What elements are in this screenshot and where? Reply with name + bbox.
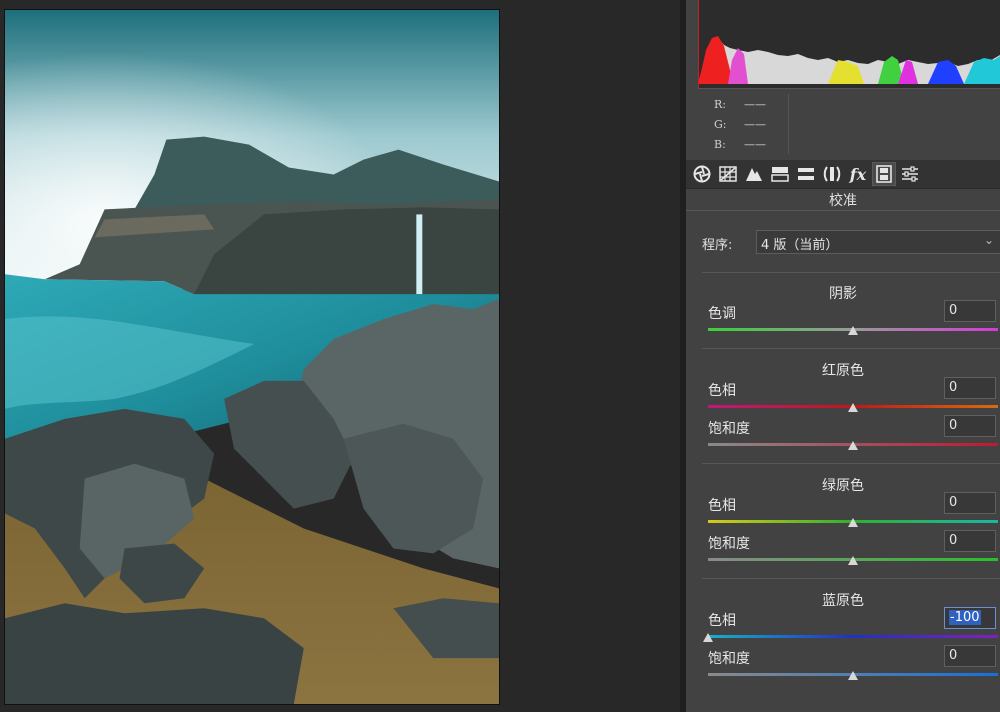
photo-image bbox=[5, 10, 499, 704]
slider-blue-hue[interactable] bbox=[708, 635, 998, 638]
split-toning-icon bbox=[771, 167, 789, 182]
mountain-icon bbox=[746, 168, 762, 181]
panel-tabs: fx bbox=[686, 160, 1000, 189]
input-shadows-tint[interactable]: 0 bbox=[944, 300, 996, 322]
input-blue-hue[interactable]: -100 bbox=[944, 607, 996, 629]
divider bbox=[702, 348, 1000, 349]
tab-tone-curve[interactable] bbox=[716, 162, 740, 186]
slider-thumb-shadows-tint[interactable] bbox=[848, 326, 858, 335]
aperture-icon bbox=[693, 165, 711, 183]
tab-presets[interactable] bbox=[898, 162, 922, 186]
divider bbox=[702, 463, 1000, 464]
section-title: 校准 bbox=[829, 193, 857, 209]
input-red-saturation[interactable]: 0 bbox=[944, 415, 996, 437]
slider-thumb-red-saturation[interactable] bbox=[848, 441, 858, 450]
label-shadows-tint: 色调 bbox=[708, 306, 736, 322]
rgb-row-b: B: —— bbox=[714, 138, 766, 151]
input-green-hue[interactable]: 0 bbox=[944, 492, 996, 514]
rgb-row-g: G: —— bbox=[714, 118, 766, 131]
slider-thumb-green-saturation[interactable] bbox=[848, 556, 858, 565]
rgb-row-r: R: —— bbox=[714, 98, 766, 111]
fx-icon: fx bbox=[849, 164, 867, 184]
process-label: 程序: bbox=[702, 238, 733, 253]
tab-effects[interactable]: fx bbox=[846, 162, 870, 186]
input-blue-saturation[interactable]: 0 bbox=[944, 645, 996, 667]
divider bbox=[686, 210, 1000, 211]
slider-thumb-red-hue[interactable] bbox=[848, 403, 858, 412]
label-green-hue: 色相 bbox=[708, 498, 736, 514]
canvas-area bbox=[0, 0, 680, 712]
divider bbox=[702, 272, 1000, 273]
input-red-hue[interactable]: 0 bbox=[944, 377, 996, 399]
label-blue-saturation: 饱和度 bbox=[708, 651, 750, 667]
rgb-readout: R: —— G: —— B: —— bbox=[698, 94, 789, 154]
input-green-saturation[interactable]: 0 bbox=[944, 530, 996, 552]
slider-thumb-blue-saturation[interactable] bbox=[848, 671, 858, 680]
label-green-saturation: 饱和度 bbox=[708, 536, 750, 552]
label-red-saturation: 饱和度 bbox=[708, 421, 750, 437]
process-version-select[interactable]: 4 版（当前） ⌄ bbox=[756, 230, 1000, 254]
slider-thumb-green-hue[interactable] bbox=[848, 518, 858, 527]
tab-detail[interactable] bbox=[742, 162, 766, 186]
lens-icon bbox=[823, 166, 841, 182]
label-red-hue: 色相 bbox=[708, 383, 736, 399]
process-value: 4 版（当前） bbox=[761, 238, 839, 253]
tab-lens[interactable] bbox=[820, 162, 844, 186]
slider-thumb-blue-hue[interactable] bbox=[703, 633, 713, 642]
photo-preview bbox=[4, 9, 500, 705]
chevron-down-icon: ⌄ bbox=[983, 233, 994, 247]
divider bbox=[702, 578, 1000, 579]
camera-raw-panel: R: —— G: —— B: —— fx 校准 程序: 4 版（当前） ⌄ 阴影… bbox=[686, 0, 1000, 712]
histogram bbox=[698, 0, 1000, 89]
tab-basic[interactable] bbox=[690, 162, 714, 186]
histogram-graph bbox=[698, 0, 1000, 88]
label-blue-hue: 色相 bbox=[708, 613, 736, 629]
tab-split-toning[interactable] bbox=[794, 162, 818, 186]
hsl-icon bbox=[798, 168, 814, 180]
grid-icon bbox=[719, 166, 737, 182]
tab-hsl[interactable] bbox=[768, 162, 792, 186]
tab-calibration[interactable] bbox=[872, 162, 896, 186]
sliders-icon bbox=[902, 166, 918, 182]
film-icon bbox=[876, 165, 892, 183]
